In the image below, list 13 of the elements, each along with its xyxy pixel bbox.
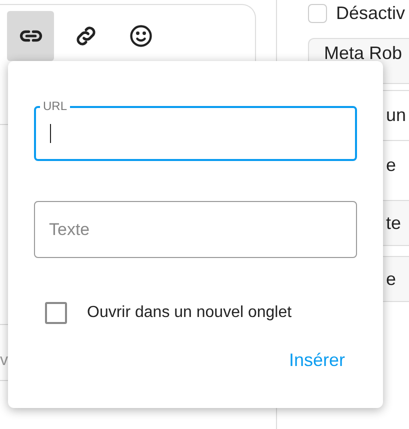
checkbox[interactable] — [45, 302, 67, 324]
checkbox-label: Désactiv — [336, 2, 406, 24]
list-text: un — [386, 104, 406, 127]
field-label: URL — [40, 99, 70, 113]
toolbar-button[interactable] — [7, 11, 54, 61]
smiley-icon — [128, 23, 154, 49]
body-text: v — [0, 352, 8, 369]
checkbox[interactable] — [308, 4, 327, 22]
list-text: e — [386, 154, 396, 177]
text-field[interactable]: Texte — [34, 201, 357, 258]
checkbox-label: Ouvrir dans un nouvel onglet — [87, 303, 292, 323]
text-cursor — [50, 124, 51, 143]
insert-button[interactable]: Insérer — [286, 347, 347, 374]
